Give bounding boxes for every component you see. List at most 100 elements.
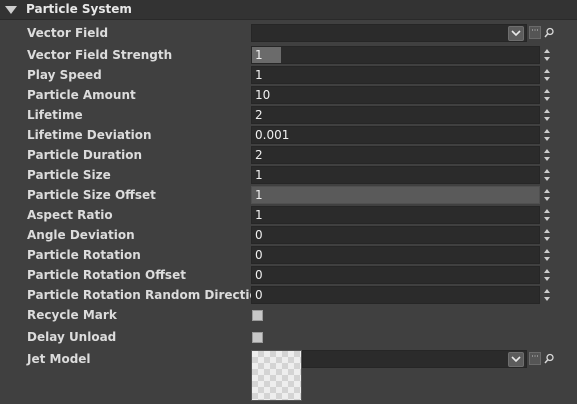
property-value: 0.001 [255,128,290,142]
spinner-down-icon[interactable] [544,157,550,161]
property-value-field[interactable]: 0 [251,246,540,264]
property-value: 1 [255,208,263,222]
property-value-field[interactable]: 10 [251,86,540,104]
property-value: 10 [255,88,271,102]
spinner-arrows-icon[interactable] [543,207,553,223]
property-row: Particle Size Offset 1 [0,186,577,206]
property-value: 1 [255,188,263,202]
chevron-down-icon[interactable] [508,26,524,41]
spinner-arrows-icon[interactable] [543,87,553,103]
vector-field-dropdown[interactable] [251,24,527,42]
property-value-field[interactable]: 1 [251,66,540,84]
spinner-down-icon[interactable] [544,57,550,61]
search-icon[interactable] [544,27,554,39]
property-value-field[interactable]: 0 [251,286,540,304]
property-row: Particle Rotation 0 [0,246,577,266]
spinner-down-icon[interactable] [544,77,550,81]
spinner-up-icon[interactable] [544,89,550,93]
spinner-arrows-icon[interactable] [543,67,553,83]
spinner-down-icon[interactable] [544,137,550,141]
delay-unload-checkbox[interactable] [252,332,263,343]
spinner-arrows-icon[interactable] [543,107,553,123]
property-value-field[interactable]: 2 [251,146,540,164]
jet-model-dropdown[interactable] [302,350,527,368]
spinner-up-icon[interactable] [544,289,550,293]
spinner-arrows-icon[interactable] [543,147,553,163]
search-icon[interactable] [544,353,554,365]
spinner-down-icon[interactable] [544,217,550,221]
section-header[interactable]: Particle System [0,0,577,20]
property-value-field[interactable]: 1 [251,206,540,224]
property-label: Lifetime Deviation [27,128,152,142]
property-value-field[interactable]: 0 [251,226,540,244]
section-title: Particle System [26,2,132,16]
spinner-up-icon[interactable] [544,129,550,133]
property-row: Particle Rotation Random Direction 0 [0,286,577,306]
property-value: 2 [255,108,263,122]
property-label: Lifetime [27,108,83,122]
spinner-arrows-icon[interactable] [543,287,553,303]
spinner-up-icon[interactable] [544,69,550,73]
vector-field-label: Vector Field [27,26,109,40]
spinner-down-icon[interactable] [544,297,550,301]
ellipsis-icon[interactable]: ··· [529,352,541,365]
spinner-down-icon[interactable] [544,277,550,281]
spinner-down-icon[interactable] [544,117,550,121]
recycle-mark-row: Recycle Mark [0,306,577,326]
spinner-up-icon[interactable] [544,209,550,213]
property-value: 1 [255,168,263,182]
property-value: 0 [255,268,263,282]
recycle-mark-label: Recycle Mark [27,308,117,322]
property-value: 0 [255,228,263,242]
property-value-field[interactable]: 1 [251,166,540,184]
property-label: Play Speed [27,68,102,82]
property-value: 1 [255,48,263,62]
spinner-up-icon[interactable] [544,189,550,193]
spinner-arrows-icon[interactable] [543,47,553,63]
property-value: 1 [255,68,263,82]
property-value-field[interactable]: 1 [251,186,540,204]
property-label: Aspect Ratio [27,208,113,222]
property-value-field[interactable]: 0 [251,266,540,284]
spinner-down-icon[interactable] [544,177,550,181]
property-label: Particle Size [27,168,111,182]
jet-model-label: Jet Model [27,352,91,366]
property-label: Particle Rotation Offset [27,268,186,282]
spinner-arrows-icon[interactable] [543,127,553,143]
spinner-arrows-icon[interactable] [543,167,553,183]
spinner-arrows-icon[interactable] [543,187,553,203]
spinner-up-icon[interactable] [544,229,550,233]
property-label: Vector Field Strength [27,48,173,62]
property-label: Particle Amount [27,88,136,102]
chevron-down-icon[interactable] [508,352,524,367]
spinner-arrows-icon[interactable] [543,267,553,283]
spinner-up-icon[interactable] [544,149,550,153]
spinner-down-icon[interactable] [544,197,550,201]
property-label: Angle Deviation [27,228,135,242]
recycle-mark-checkbox[interactable] [252,310,263,321]
property-row: Vector Field Strength 1 [0,46,577,66]
delay-unload-label: Delay Unload [27,330,117,344]
property-value-field[interactable]: 1 [251,46,540,64]
property-value: 0 [255,288,263,302]
spinner-up-icon[interactable] [544,109,550,113]
collapse-triangle-icon[interactable] [5,6,17,14]
property-row: Lifetime Deviation 0.001 [0,126,577,146]
spinner-down-icon[interactable] [544,97,550,101]
property-value-field[interactable]: 2 [251,106,540,124]
property-row: Lifetime 2 [0,106,577,126]
spinner-arrows-icon[interactable] [543,247,553,263]
jet-model-thumbnail[interactable] [251,350,302,401]
spinner-down-icon[interactable] [544,257,550,261]
property-value: 0 [255,248,263,262]
spinner-arrows-icon[interactable] [543,227,553,243]
spinner-down-icon[interactable] [544,237,550,241]
property-row: Play Speed 1 [0,66,577,86]
property-value-field[interactable]: 0.001 [251,126,540,144]
spinner-up-icon[interactable] [544,269,550,273]
property-row: Angle Deviation 0 [0,226,577,246]
spinner-up-icon[interactable] [544,49,550,53]
spinner-up-icon[interactable] [544,249,550,253]
ellipsis-icon[interactable]: ··· [529,26,541,39]
spinner-up-icon[interactable] [544,169,550,173]
